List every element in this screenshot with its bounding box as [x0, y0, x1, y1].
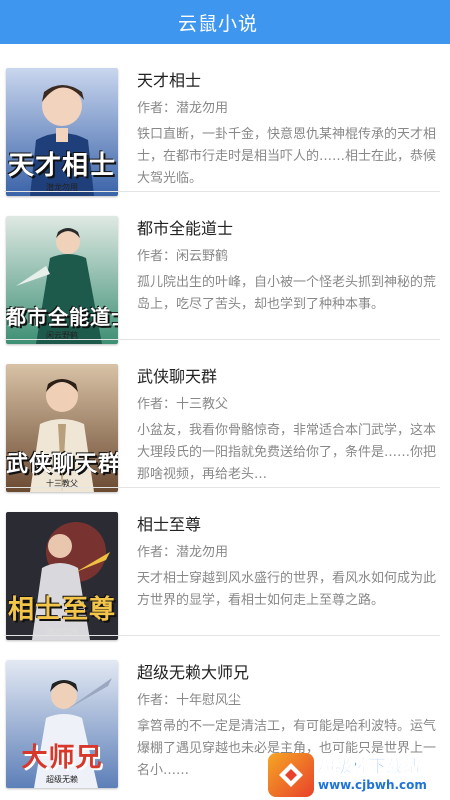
book-item[interactable]: 武侠聊天群 十三教父 武侠聊天群 作者：十三教父 小盆友，我看你骨骼惊奇，非常适… [0, 340, 450, 492]
book-description: 孤儿院出生的叶峰，自小被一个怪老头抓到神秘的荒岛上，吃尽了苦头，却也学到了种种本… [137, 275, 437, 312]
book-info: 相士至尊 作者：潜龙勿用 天才相士穿越到风水盛行的世界，看风水如何成为此方世界的… [137, 514, 438, 612]
cover-title: 大师兄 [21, 743, 103, 773]
book-list[interactable]: 天才相士 潜龙勿用 天才相士 作者：潜龙勿用 铁口直断，一卦千金，快意恩仇某神棍… [0, 44, 450, 800]
book-author: 作者：十三教父 [137, 397, 229, 412]
cover-title: 相士至尊 [7, 595, 116, 625]
book-title[interactable]: 天才相士 [137, 70, 438, 92]
book-cover[interactable]: 相士至尊 潜龙勿用 [6, 512, 118, 640]
app-title: 云鼠小说 [178, 12, 259, 35]
book-cover[interactable]: 都市全能道士 闲云野鹤 [6, 216, 118, 344]
book-info: 武侠聊天群 作者：十三教父 小盆友，我看你骨骼惊奇，非常适合本门武学，这本大理段… [137, 366, 438, 486]
app-header: 云鼠小说 [0, 0, 450, 44]
book-item[interactable]: 天才相士 潜龙勿用 天才相士 作者：潜龙勿用 铁口直断，一卦千金，快意恩仇某神棍… [0, 44, 450, 196]
book-title[interactable]: 都市全能道士 [137, 218, 438, 240]
book-author: 作者：十年慰风尘 [137, 693, 242, 708]
book-title[interactable]: 超级无赖大师兄 [137, 662, 438, 684]
cover-title: 都市全能道士 [6, 305, 118, 329]
book-item[interactable]: 都市全能道士 闲云野鹤 都市全能道士 作者：闲云野鹤 孤儿院出生的叶峰，自小被一… [0, 192, 450, 344]
watermark-text: 超级棒下载站 www.cjbwh.com [318, 757, 427, 793]
book-description: 天才相士穿越到风水盛行的世界，看风水如何成为此方世界的显学，看相士如何走上至尊之… [137, 571, 437, 608]
book-info: 都市全能道士 作者：闲云野鹤 孤儿院出生的叶峰，自小被一个怪老头抓到神秘的荒岛上… [137, 218, 438, 316]
book-cover[interactable]: 武侠聊天群 十三教父 [6, 364, 118, 492]
watermark-url: www.cjbwh.com [318, 778, 427, 792]
book-author: 作者：闲云野鹤 [137, 249, 229, 264]
book-item[interactable]: 相士至尊 潜龙勿用 相士至尊 作者：潜龙勿用 天才相士穿越到风水盛行的世界，看风… [0, 488, 450, 640]
book-description: 小盆友，我看你骨骼惊奇，非常适合本门武学，这本大理段氏的一阳指就免费送给你了，条… [137, 423, 437, 482]
site-watermark: 超级棒下载站 www.cjbwh.com [268, 752, 448, 798]
book-author: 作者：潜龙勿用 [137, 101, 229, 116]
watermark-logo-icon [268, 753, 314, 797]
cover-title: 天才相士 [7, 151, 116, 181]
cover-author: 超级无赖 [46, 775, 78, 784]
book-info: 天才相士 作者：潜龙勿用 铁口直断，一卦千金，快意恩仇某神棍传承的天才相士，在都… [137, 70, 438, 190]
cover-title: 武侠聊天群 [6, 451, 118, 477]
book-cover[interactable]: 大师兄 超级无赖 [6, 660, 118, 788]
book-author: 作者：潜龙勿用 [137, 545, 229, 560]
book-title[interactable]: 武侠聊天群 [137, 366, 438, 388]
book-cover[interactable]: 天才相士 潜龙勿用 [6, 68, 118, 196]
watermark-name: 超级棒下载站 [318, 757, 420, 778]
book-title[interactable]: 相士至尊 [137, 514, 438, 536]
book-description: 铁口直断，一卦千金，快意恩仇某神棍传承的天才相士，在都市行走时是相当吓人的……相… [137, 127, 437, 186]
